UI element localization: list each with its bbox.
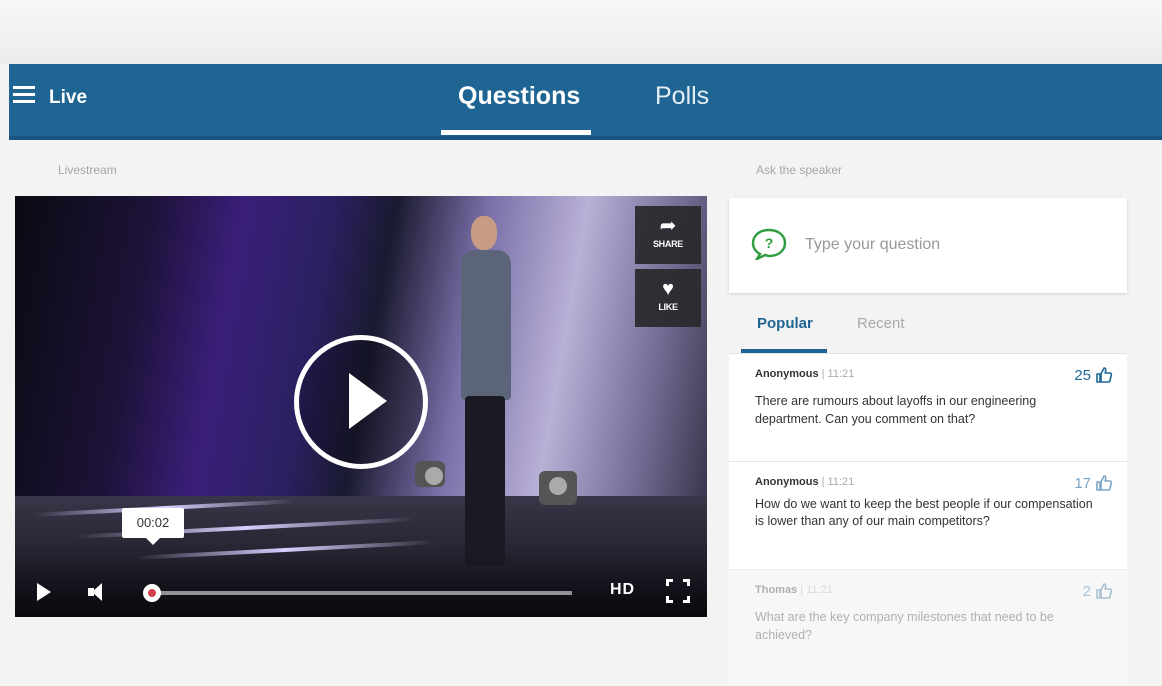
question-item: Anonymous | 11:21 17 How do we want to k…: [729, 461, 1127, 569]
share-arrow-icon: ➦: [659, 215, 677, 237]
thumbs-up-icon: [1096, 367, 1113, 383]
question-list: Anonymous | 11:21 25 There are rumours a…: [729, 353, 1127, 686]
menu-icon[interactable]: [13, 86, 35, 104]
upvote-button[interactable]: 2: [1083, 582, 1113, 600]
video-player[interactable]: ➦ SHARE ♥ LIKE 00:02 HD: [15, 196, 707, 617]
progress-knob[interactable]: [143, 584, 161, 602]
hd-toggle[interactable]: HD: [610, 581, 635, 599]
heart-icon: ♥: [662, 278, 674, 300]
progress-bar[interactable]: [143, 584, 572, 602]
tab-popular[interactable]: Popular: [757, 315, 813, 332]
question-time: 11:21: [827, 368, 855, 380]
question-item: Anonymous | 11:21 25 There are rumours a…: [729, 353, 1127, 461]
question-author: Thomas: [755, 584, 798, 596]
play-icon[interactable]: [37, 583, 51, 601]
tab-polls[interactable]: Polls: [655, 82, 709, 111]
tab-recent[interactable]: Recent: [857, 315, 905, 332]
vote-count: 25: [1074, 366, 1091, 384]
upvote-button[interactable]: 25: [1074, 366, 1113, 384]
vote-count: 2: [1082, 582, 1091, 600]
tab-questions[interactable]: Questions: [458, 82, 580, 111]
livestream-label: Livestream: [58, 163, 117, 177]
question-text: What are the key company milestones that…: [755, 610, 1054, 642]
video-controls: HD: [15, 551, 707, 617]
question-input[interactable]: [805, 233, 1105, 257]
share-label: SHARE: [652, 239, 683, 249]
thumbs-up-icon: [1096, 475, 1113, 491]
question-text: There are rumours about layoffs in our e…: [755, 394, 1037, 426]
ask-question-box: ?: [729, 198, 1127, 293]
big-play-button[interactable]: [294, 335, 428, 469]
question-time: 11:21: [827, 476, 855, 488]
like-button[interactable]: ♥ LIKE: [635, 269, 701, 327]
question-text: How do we want to keep the best people i…: [755, 497, 1093, 528]
question-author: Anonymous: [755, 476, 819, 488]
thumbs-up-icon: [1096, 583, 1113, 599]
top-navbar: Live Questions Polls: [9, 64, 1162, 140]
question-author: Anonymous: [755, 368, 819, 380]
app-title: Live: [49, 87, 88, 108]
question-item: Thomas | 11:21 2 What are the key compan…: [729, 569, 1127, 686]
vote-count: 17: [1074, 474, 1091, 492]
volume-icon[interactable]: [88, 583, 108, 601]
share-button[interactable]: ➦ SHARE: [635, 206, 701, 264]
time-tooltip: 00:02: [122, 508, 184, 545]
ask-speaker-label: Ask the speaker: [756, 163, 843, 177]
upvote-button[interactable]: 17: [1074, 474, 1113, 492]
active-tab-indicator: [441, 130, 591, 135]
question-bubble-icon: ?: [751, 228, 787, 260]
stage-lamp: [415, 461, 445, 487]
speaker-figure: [453, 216, 523, 576]
svg-text:?: ?: [765, 235, 774, 251]
fullscreen-icon[interactable]: [666, 579, 690, 603]
top-strip: [0, 0, 1162, 64]
like-label: LIKE: [658, 302, 678, 312]
stage-lamp: [539, 471, 577, 505]
question-time: 11:21: [806, 584, 833, 596]
